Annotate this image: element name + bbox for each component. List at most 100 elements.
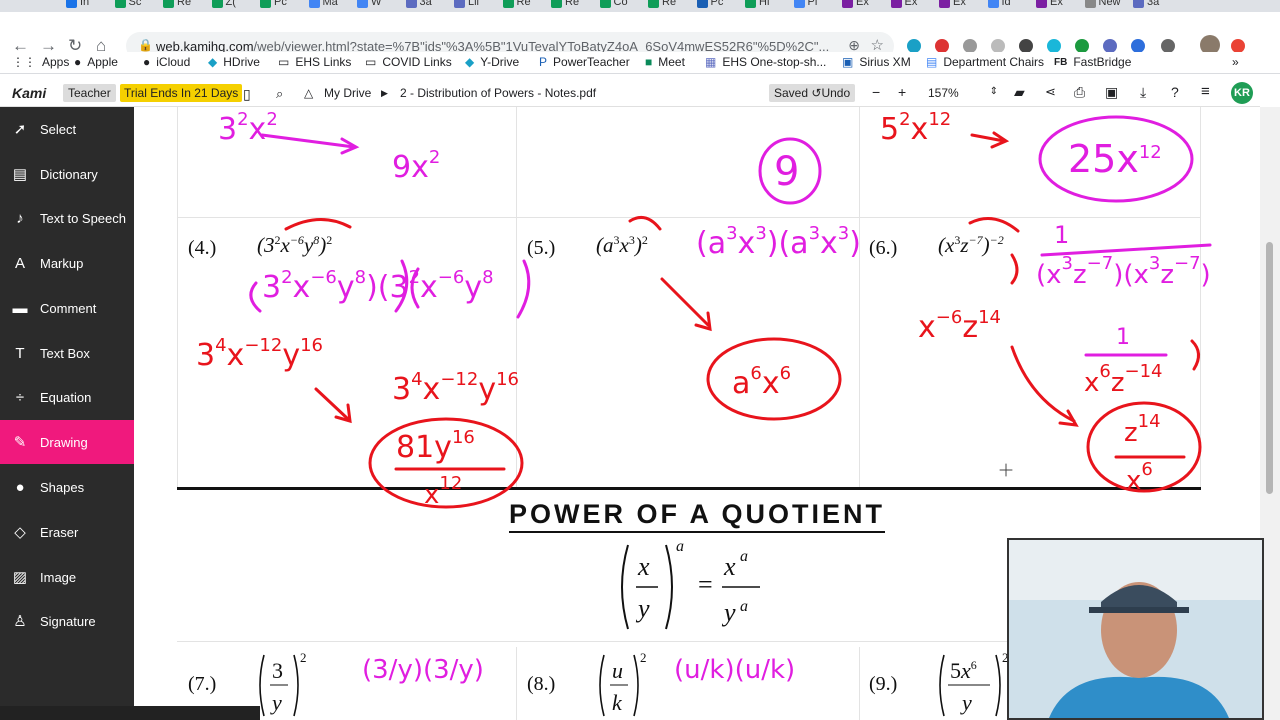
extension-icon[interactable]	[907, 39, 921, 53]
tool-eraser[interactable]: ◇ Eraser	[0, 510, 134, 554]
tab-favicon-icon	[696, 0, 708, 8]
tab-favicon-icon	[260, 0, 271, 8]
bookmark-covid-links[interactable]: ▭ COVID Links	[365, 55, 452, 69]
browser-tab[interactable]: Ex	[1036, 0, 1063, 10]
share-icon[interactable]: ⋖	[1045, 84, 1056, 100]
download-icon[interactable]: ⤓	[1140, 84, 1146, 101]
bookmark-icloud[interactable]: ● iCloud	[143, 55, 190, 69]
browser-tab[interactable]: Z(	[211, 0, 236, 10]
handwriting: (u/k)(u/k)	[674, 655, 796, 685]
bookmark-ehs-links[interactable]: ▭ EHS Links	[278, 55, 351, 69]
extension-icon[interactable]	[991, 39, 1005, 53]
tool-select[interactable]: ➚ Select	[0, 107, 134, 151]
breadcrumb-chevron-icon: ▶	[381, 88, 388, 98]
bookmarks-overflow-icon[interactable]: »	[1232, 55, 1239, 69]
extension-icon[interactable]	[1019, 39, 1033, 53]
handwriting: 34x−12y16	[196, 335, 323, 373]
browser-tab[interactable]: Pc	[260, 0, 287, 10]
tab-label: Sc	[128, 0, 142, 8]
browser-tab[interactable]: 3á	[1133, 0, 1159, 10]
zoom-in-icon[interactable]: +	[898, 84, 906, 100]
tool-comment[interactable]: ▬ Comment	[0, 286, 134, 330]
drive-icon: △	[304, 86, 314, 100]
zoom-out-icon[interactable]: −	[872, 84, 880, 100]
brush-icon: ✎	[13, 434, 27, 451]
bookmark-sirius-xm[interactable]: ▣ Sirius XM	[842, 55, 911, 69]
bookmark-y-drive[interactable]: ◆ Y-Drive	[465, 55, 519, 69]
bookmark-department-chairs[interactable]: ▤ Department Chairs	[926, 55, 1044, 69]
tool-drawing[interactable]: ✎ Drawing	[0, 420, 134, 464]
zoom-select[interactable]: 157% ⇕	[920, 84, 1004, 102]
browser-tab[interactable]: Ex	[939, 0, 966, 10]
print-icon[interactable]: ⎙	[1074, 84, 1085, 101]
bookmark-fastbridge[interactable]: FB FastBridge	[1054, 55, 1131, 69]
user-avatar[interactable]: KR	[1231, 82, 1253, 104]
browser-tab[interactable]: Pl	[793, 0, 817, 10]
extension-icon[interactable]	[1161, 39, 1175, 53]
extension-icon[interactable]	[935, 39, 949, 53]
handwriting: a6x6	[732, 363, 792, 401]
bookmark-apps[interactable]: ⋮⋮ Apps	[12, 55, 69, 69]
tool-text-to-speech[interactable]: ♪ Text to Speech	[0, 196, 134, 240]
scrollbar-thumb[interactable]	[1266, 242, 1273, 494]
tool-signature[interactable]: ♙ Signature	[0, 599, 134, 643]
browser-tab[interactable]: Id	[987, 0, 1011, 10]
handwriting: 32x−6y8)(32x−6y8	[262, 267, 494, 305]
browser-tab[interactable]: Ma	[308, 0, 338, 10]
saved-status[interactable]: Saved ↺Undo	[769, 84, 856, 102]
browser-tab[interactable]: Ex	[842, 0, 869, 10]
tool-equation[interactable]: ÷ Equation	[0, 375, 134, 419]
menu-icon[interactable]: ≡	[1201, 83, 1210, 100]
handwriting: x−6z14	[918, 307, 1001, 345]
bookmark-apple[interactable]: ● Apple	[74, 55, 118, 69]
bookmark-powerteacher[interactable]: P PowerTeacher	[539, 55, 630, 69]
folder-open-icon[interactable]: ▰	[1014, 84, 1025, 101]
browser-tab[interactable]: Re	[163, 0, 191, 10]
tab-favicon-icon	[66, 0, 77, 8]
extension-icon[interactable]	[1047, 39, 1061, 53]
browser-tab[interactable]: Hi	[745, 0, 769, 10]
save-icon[interactable]: ▣	[1105, 84, 1118, 101]
browser-tab[interactable]: Ex	[890, 0, 917, 10]
browser-tab[interactable]: New	[1084, 0, 1121, 10]
trial-badge[interactable]: Trial Ends In 21 Days	[120, 84, 243, 102]
tool-text-box[interactable]: T Text Box	[0, 331, 134, 375]
tab-favicon-icon	[454, 0, 465, 8]
tool-shapes[interactable]: ● Shapes	[0, 465, 134, 509]
help-icon[interactable]: ?	[1171, 84, 1179, 100]
browser-tab[interactable]: Co	[599, 0, 628, 10]
browser-tab[interactable]: Re	[502, 0, 531, 10]
tool-markup[interactable]: A Markup	[0, 241, 134, 285]
bookmark-ehs-one-stop[interactable]: ▦ EHS One-stop-sh...	[705, 55, 826, 69]
browser-tab[interactable]: Lil	[454, 0, 479, 10]
extension-icon[interactable]	[1103, 39, 1117, 53]
bookmark-hdrive[interactable]: ◆ HDrive	[208, 55, 260, 69]
signature-icon: ♙	[13, 613, 27, 630]
drive-breadcrumb[interactable]: My Drive	[324, 86, 371, 100]
browser-tab[interactable]: In	[66, 0, 89, 10]
browser-tab[interactable]: Re	[551, 0, 579, 10]
browser-tab[interactable]: 3á	[405, 0, 432, 10]
tab-favicon-icon	[987, 0, 999, 8]
tool-dictionary[interactable]: ▤ Dictionary	[0, 152, 134, 196]
sidebar-toggle-icon[interactable]: ▯	[243, 86, 251, 103]
browser-tab[interactable]: Re	[648, 0, 676, 10]
tab-label: 3á	[1147, 0, 1160, 8]
handwriting: x6	[1126, 459, 1153, 496]
apps-icon: ⋮⋮	[12, 55, 36, 69]
extension-icon[interactable]	[1131, 39, 1145, 53]
browser-tab[interactable]: Pc	[696, 0, 723, 10]
undo-button[interactable]: Undo	[821, 86, 850, 100]
browser-tab[interactable]: Sc	[114, 0, 142, 10]
extension-icon[interactable]	[1075, 39, 1089, 53]
browser-tab[interactable]: W	[357, 0, 381, 10]
search-icon[interactable]: ⌕	[276, 86, 283, 102]
video-controls	[0, 706, 260, 720]
extension-icon[interactable]	[963, 39, 977, 53]
sirius-icon: ▣	[842, 55, 854, 69]
browser-toolbar: ← → ↻ ⌂ 🔒 web.kamihq.com/web/viewer.html…	[0, 12, 1280, 60]
bookmark-meet[interactable]: ■ Meet	[645, 55, 685, 69]
tool-image[interactable]: ▨ Image	[0, 555, 134, 599]
update-icon[interactable]	[1231, 39, 1245, 53]
tab-favicon-icon	[308, 0, 320, 8]
